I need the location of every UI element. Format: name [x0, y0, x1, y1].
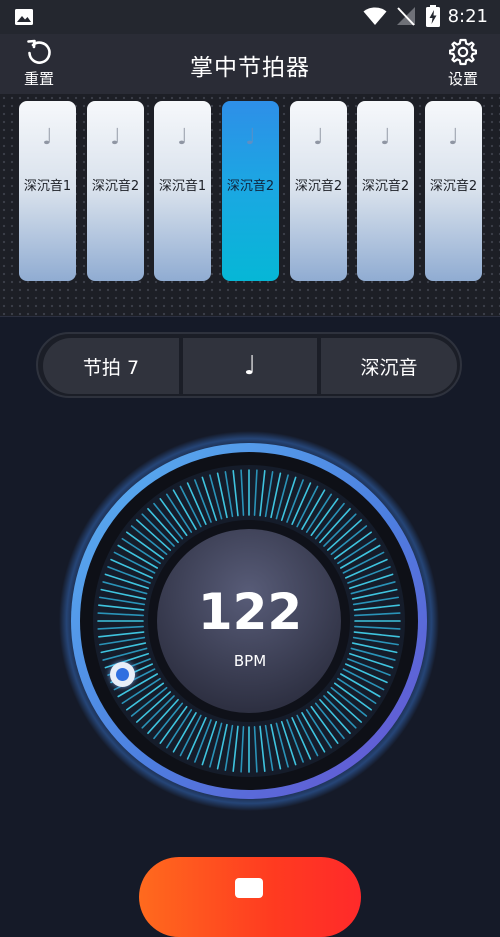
beat-card-1[interactable]: ♩ 深沉音1: [19, 101, 76, 281]
app-header: 重置 掌中节拍器 设置: [0, 34, 500, 94]
beat-sound-label: 深沉音1: [158, 179, 207, 194]
beat-card-6[interactable]: ♩ 深沉音2: [357, 101, 414, 281]
quarter-note-icon: ♩: [177, 125, 188, 150]
image-icon: [15, 9, 33, 25]
quarter-note-icon: ♩: [245, 125, 256, 150]
sound-select-button[interactable]: 深沉音: [321, 338, 457, 394]
app-title: 掌中节拍器: [190, 55, 310, 81]
beat-panel: ♩ 深沉音1 ♩ 深沉音2 ♩ 深沉音1 ♩ 深沉音2 ♩ 深沉音2 ♩ 深沉音…: [0, 94, 500, 317]
quarter-note-icon: ♩: [380, 125, 391, 150]
quarter-note-icon: ♩: [448, 125, 459, 150]
beat-card-7[interactable]: ♩ 深沉音2: [425, 101, 482, 281]
beat-sound-label: 深沉音2: [361, 179, 410, 194]
beat-sound-label: 深沉音2: [429, 179, 478, 194]
note-value-button[interactable]: ♩: [183, 338, 317, 394]
quarter-note-icon: ♩: [42, 125, 53, 150]
beat-sound-label: 深沉音2: [226, 179, 275, 194]
bpm-value: 122: [197, 583, 303, 641]
stop-icon: [235, 878, 263, 898]
signal-off-icon: [397, 7, 415, 26]
wifi-icon: [363, 7, 387, 25]
status-bar: 8:21: [0, 0, 500, 34]
status-time: 8:21: [447, 6, 488, 27]
beat-card-4-active[interactable]: ♩ 深沉音2: [222, 101, 279, 281]
quarter-note-icon: ♩: [313, 125, 324, 150]
beat-card-2[interactable]: ♩ 深沉音2: [87, 101, 144, 281]
beat-card-3[interactable]: ♩ 深沉音1: [154, 101, 211, 281]
beat-card-5[interactable]: ♩ 深沉音2: [290, 101, 347, 281]
beat-sound-label: 深沉音2: [91, 179, 140, 194]
gear-icon: [449, 38, 477, 66]
start-stop-button[interactable]: [139, 857, 361, 937]
battery-charging-icon: [426, 5, 440, 27]
beat-sound-label: 深沉音1: [23, 179, 72, 194]
bpm-unit-label: BPM: [233, 652, 267, 670]
beat-sound-label: 深沉音2: [294, 179, 343, 194]
beat-count-button[interactable]: 节拍 7: [43, 338, 179, 394]
dial-knob-handle[interactable]: [110, 662, 135, 687]
settings-label: 设置: [447, 70, 478, 88]
settings-button[interactable]: 设置: [438, 38, 488, 92]
control-bar: 节拍 7 ♩ 深沉音: [36, 332, 462, 398]
quarter-note-icon: ♩: [110, 125, 121, 150]
